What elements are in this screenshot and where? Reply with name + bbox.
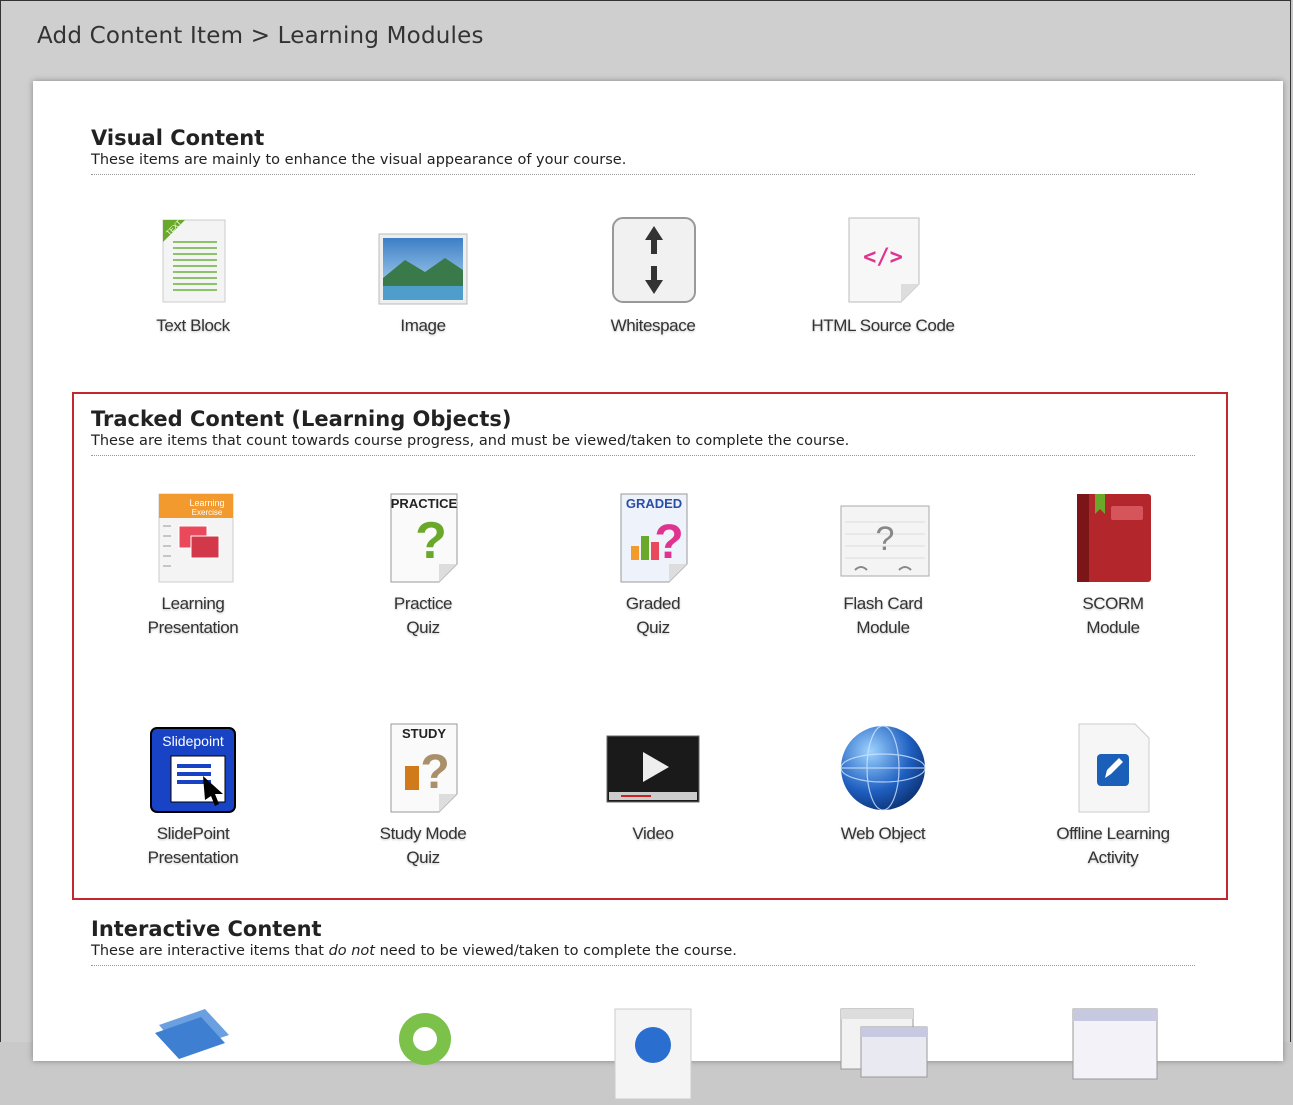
vertical-arrows-icon <box>605 214 701 310</box>
learning-presentation-item[interactable]: Learning Exercise Learning Presentation <box>93 492 293 640</box>
video-item[interactable]: Video <box>553 722 753 846</box>
scorm-module-item[interactable]: SCORM Module <box>1013 492 1213 640</box>
browser-window-icon <box>835 1005 931 1101</box>
html-source-code-item[interactable]: </> HTML Source Code <box>783 214 983 338</box>
svg-text:Exercise: Exercise <box>192 508 223 517</box>
item-label: Image <box>400 316 446 335</box>
item-label: Text Block <box>156 316 230 335</box>
svg-text:Learning: Learning <box>189 498 224 508</box>
refresh-item[interactable] <box>323 1005 523 1101</box>
dialog-item[interactable] <box>1013 1005 1213 1101</box>
code-document-icon: </> <box>835 214 931 310</box>
svg-text:Slidepoint: Slidepoint <box>162 733 224 749</box>
window-item[interactable] <box>783 1005 983 1101</box>
svg-text:?: ? <box>876 520 895 558</box>
breadcrumb: Add Content Item > Learning Modules <box>37 23 484 49</box>
visual-content-section: Visual Content These items are mainly to… <box>91 126 1195 175</box>
globe-icon <box>835 722 931 818</box>
pencil-document-icon <box>1065 722 1161 818</box>
item-label: SCORM Module <box>1082 594 1144 637</box>
item-label: SlidePoint Presentation <box>147 824 239 867</box>
section-description: These items are mainly to enhance the vi… <box>91 152 1195 175</box>
text-document-icon: TEXT <box>145 214 241 310</box>
learning-exercise-icon: Learning Exercise <box>145 492 241 588</box>
section-title: Visual Content <box>91 126 265 150</box>
svg-text:GRADED: GRADED <box>626 496 682 511</box>
window-frame: Add Content Item > Learning Modules Visu… <box>0 0 1291 1100</box>
web-page-item[interactable] <box>553 1005 753 1101</box>
flash-card-icon: ? <box>835 492 931 588</box>
interactive-content-section: Interactive Content These are interactiv… <box>91 917 1195 966</box>
item-label: Web Object <box>840 824 926 843</box>
slidepoint-presentation-item[interactable]: Slidepoint SlidePoint Presentation <box>93 722 293 870</box>
item-label: Whitespace <box>610 316 696 335</box>
item-label: Offline Learning Activity <box>1056 824 1170 867</box>
practice-quiz-item[interactable]: PRACTICE ? Practice Quiz <box>323 492 523 640</box>
svg-text:</>: </> <box>863 245 903 270</box>
folder-item[interactable] <box>93 1005 293 1101</box>
content-panel: Visual Content These items are mainly to… <box>33 81 1283 1100</box>
slidepoint-icon: Slidepoint <box>145 722 241 818</box>
item-label: Flash Card Module <box>843 594 923 637</box>
image-item[interactable]: Image <box>323 214 523 338</box>
practice-quiz-icon: PRACTICE ? <box>375 492 471 588</box>
dialog-window-icon <box>1065 1005 1161 1101</box>
section-title: Interactive Content <box>91 917 322 941</box>
svg-text:STUDY: STUDY <box>402 726 446 741</box>
globe-page-icon <box>605 1005 701 1101</box>
study-mode-quiz-item[interactable]: STUDY ? Study Mode Quiz <box>323 722 523 870</box>
landscape-image-icon <box>375 214 471 310</box>
svg-text:?: ? <box>654 516 683 569</box>
svg-text:?: ? <box>420 746 449 799</box>
refresh-icon <box>375 1005 471 1101</box>
svg-text:?: ? <box>415 512 447 570</box>
whitespace-item[interactable]: Whitespace <box>553 214 753 338</box>
tracked-content-section: Tracked Content (Learning Objects) These… <box>91 407 1195 456</box>
book-icon <box>1065 492 1161 588</box>
section-description: These are items that count towards cours… <box>91 433 1195 456</box>
offline-learning-activity-item[interactable]: Offline Learning Activity <box>1013 722 1213 870</box>
section-description: These are interactive items that do not … <box>91 943 1195 966</box>
item-label: Graded Quiz <box>625 594 681 637</box>
item-label: Study Mode Quiz <box>379 824 467 867</box>
item-label: Practice Quiz <box>393 594 453 637</box>
video-player-icon <box>605 722 701 818</box>
study-quiz-icon: STUDY ? <box>375 722 471 818</box>
section-title: Tracked Content (Learning Objects) <box>91 407 512 431</box>
web-object-item[interactable]: Web Object <box>783 722 983 846</box>
graded-quiz-icon: GRADED ? <box>605 492 701 588</box>
text-block-item[interactable]: TEXT Text Block <box>93 214 293 338</box>
graded-quiz-item[interactable]: GRADED ? Graded Quiz <box>553 492 753 640</box>
svg-text:PRACTICE: PRACTICE <box>391 496 458 511</box>
folder-icon <box>145 1005 241 1101</box>
item-label: Learning Presentation <box>147 594 239 637</box>
item-label: HTML Source Code <box>811 316 955 335</box>
item-label: Video <box>632 824 674 843</box>
flash-card-module-item[interactable]: ? Flash Card Module <box>783 492 983 640</box>
